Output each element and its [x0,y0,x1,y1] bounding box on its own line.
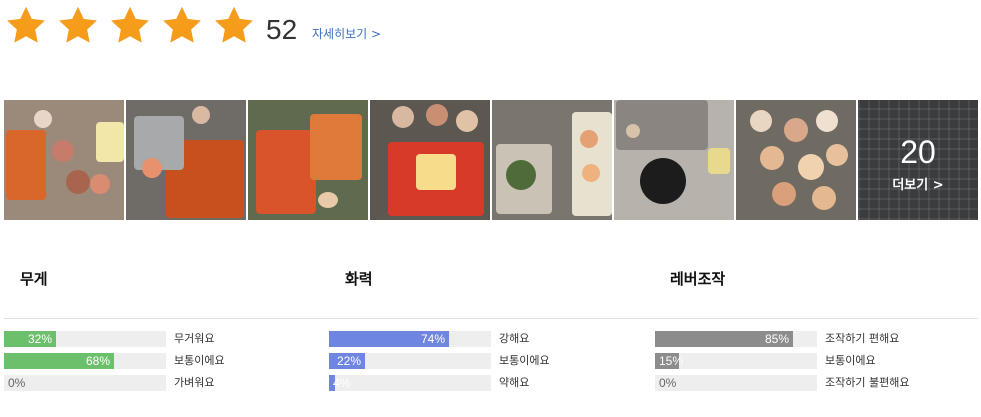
divider [4,318,978,319]
stat-bar-track: 0% [655,375,817,391]
stat-percent: 32% [27,332,52,346]
stat-bar-track: 15% [655,353,817,369]
star-icon [108,4,152,48]
stat-label: 조작하기 편해요 [825,332,900,345]
stat-title: 화력 [345,270,373,288]
star-icon [56,4,100,48]
stat-percent: 4% [333,376,351,390]
stat-label: 무거워요 [174,332,215,345]
stat-percent: 0% [8,376,26,390]
stat-percent: 74% [420,332,445,346]
stat-title: 무게 [20,270,48,288]
stat-section-firepower: 화력 [345,268,667,290]
star-rating [4,4,256,48]
stat-label: 보통이에요 [825,354,876,367]
stat-label: 보통이에요 [174,354,225,367]
stat-section-weight: 무게 [20,268,342,290]
stat-label: 약해요 [499,376,530,389]
stat-label: 조작하기 불편해요 [825,376,910,389]
detail-link[interactable]: 자세히보기 > [312,25,381,42]
stat-bar-track: 85% [655,331,817,347]
more-photos-count: 20 [900,134,936,170]
star-icon [212,4,256,48]
more-photos-button[interactable]: 20 더보기 > [858,100,978,220]
stat-label: 가벼워요 [174,376,215,389]
review-photo[interactable] [736,100,856,220]
stat-label: 보통이에요 [499,354,550,367]
review-photo[interactable] [614,100,734,220]
stat-percent: 85% [764,332,789,346]
stat-bar-track: 68% [4,353,166,369]
stat-bar-track: 74% [329,331,491,347]
review-photo[interactable] [370,100,490,220]
stat-percent: 0% [659,376,677,390]
stat-percent: 22% [336,354,361,368]
stat-title: 레버조작 [670,270,726,288]
stat-bar-track: 0% [4,375,166,391]
star-icon [160,4,204,48]
stat-bar-track: 32% [4,331,166,347]
more-photos-label: 더보기 > [892,178,944,193]
stat-percent: 15% [659,354,684,368]
stat-section-lever: 레버조작 [670,268,981,290]
review-photo[interactable] [126,100,246,220]
review-photo[interactable] [4,100,124,220]
stat-percent: 68% [85,354,110,368]
stat-bar-track: 22% [329,353,491,369]
star-icon [4,4,48,48]
review-photo[interactable] [492,100,612,220]
stat-bar-track: 4% [329,375,491,391]
stat-label: 강해요 [499,332,530,345]
rating-score: 52 [266,14,298,45]
review-photo[interactable] [248,100,368,220]
photo-strip: 20 더보기 > [4,100,978,220]
